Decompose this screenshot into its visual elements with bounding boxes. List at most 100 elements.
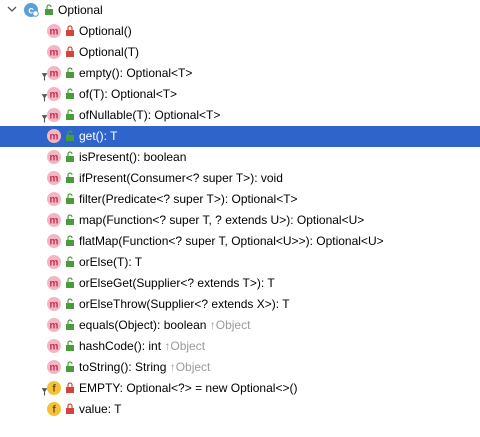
tree-member-item[interactable]: m of(T): Optional<T> [0, 84, 480, 105]
svg-text:m: m [50, 195, 59, 206]
tree-member-label: flatMap(Function<? super T, Optional<U>>… [79, 234, 384, 248]
method-icon: m [47, 108, 61, 122]
method-icon: m [47, 66, 61, 80]
method-icon: m [47, 276, 61, 290]
public-lock-icon [66, 361, 74, 372]
private-lock-icon [66, 25, 74, 36]
tree-member-item[interactable]: m ifPresent(Consumer<? super T>): void [0, 168, 480, 189]
svg-text:m: m [50, 132, 59, 143]
tree-member-label: orElseThrow(Supplier<? extends X>): T [79, 297, 290, 311]
tree-member-item[interactable]: m isPresent(): boolean [0, 147, 480, 168]
svg-text:m: m [50, 174, 59, 185]
tree-member-label: orElseGet(Supplier<? extends T>): T [79, 276, 275, 290]
svg-text:m: m [50, 363, 59, 374]
tree-root-optional[interactable]: c Optional [0, 0, 480, 21]
svg-text:m: m [50, 111, 59, 122]
public-lock-icon [45, 4, 53, 15]
method-icon: m [47, 318, 61, 332]
public-lock-icon [66, 130, 74, 141]
method-icon: m [47, 45, 61, 59]
method-icon: m [47, 129, 61, 143]
public-lock-icon [66, 298, 74, 309]
inherited-from-label: ↑Object [166, 360, 211, 374]
method-icon: m [47, 255, 61, 269]
tree-member-item[interactable]: f EMPTY: Optional<?> = new Optional<>() [0, 378, 480, 399]
tree-member-item[interactable]: m get(): T [0, 126, 480, 147]
tree-member-label: equals(Object): boolean ↑Object [79, 318, 251, 332]
tree-member-label: hashCode(): int ↑Object [79, 339, 206, 353]
public-lock-icon [66, 67, 74, 78]
method-icon: m [47, 150, 61, 164]
private-lock-icon [66, 403, 74, 414]
svg-text:m: m [50, 90, 59, 101]
method-icon: m [47, 171, 61, 185]
tree-member-item[interactable]: m orElse(T): T [0, 252, 480, 273]
tree-member-label: toString(): String ↑Object [79, 360, 211, 374]
svg-text:m: m [50, 27, 59, 38]
tree-member-item[interactable]: m toString(): String ↑Object [0, 357, 480, 378]
method-icon: m [47, 234, 61, 248]
tree-member-label: filter(Predicate<? super T>): Optional<T… [79, 192, 298, 206]
private-lock-icon [66, 382, 74, 393]
tree-root-label: Optional [58, 3, 103, 17]
tree-member-label: empty(): Optional<T> [79, 66, 193, 80]
svg-text:m: m [50, 300, 59, 311]
tree-member-item[interactable]: m filter(Predicate<? super T>): Optional<… [0, 189, 480, 210]
private-lock-icon [66, 46, 74, 57]
tree-member-item[interactable]: m hashCode(): int ↑Object [0, 336, 480, 357]
svg-text:m: m [50, 69, 59, 80]
public-lock-icon [66, 193, 74, 204]
tree-member-item[interactable]: m orElseGet(Supplier<? extends T>): T [0, 273, 480, 294]
tree-member-label: map(Function<? super T, ? extends U>): O… [79, 213, 365, 227]
tree-member-label: orElse(T): T [79, 255, 143, 269]
svg-text:m: m [50, 237, 59, 248]
public-lock-icon [66, 151, 74, 162]
structure-tree[interactable]: c Optional m Optional() m Optional(T) m empty… [0, 0, 480, 437]
tree-member-label: ofNullable(T): Optional<T> [79, 108, 221, 122]
svg-text:m: m [50, 342, 59, 353]
tree-member-label: ifPresent(Consumer<? super T>): void [79, 171, 283, 185]
inherited-from-label: ↑Object [206, 318, 251, 332]
public-lock-icon [66, 88, 74, 99]
tree-member-item[interactable]: f value: T [0, 399, 480, 420]
method-icon: m [47, 192, 61, 206]
svg-text:m: m [50, 216, 59, 227]
tree-member-item[interactable]: m empty(): Optional<T> [0, 63, 480, 84]
tree-member-label: Optional() [79, 24, 132, 38]
tree-member-item[interactable]: m Optional(T) [0, 42, 480, 63]
chevron-down-icon[interactable] [6, 0, 18, 21]
svg-text:m: m [50, 153, 59, 164]
svg-text:m: m [50, 48, 59, 59]
tree-member-item[interactable]: m Optional() [0, 21, 480, 42]
tree-member-label: Optional(T) [79, 45, 140, 59]
method-icon: m [47, 339, 61, 353]
tree-member-item[interactable]: m map(Function<? super T, ? extends U>): … [0, 210, 480, 231]
tree-member-item[interactable]: m equals(Object): boolean ↑Object [0, 315, 480, 336]
public-lock-icon [66, 277, 74, 288]
tree-member-label: get(): T [79, 129, 118, 143]
method-icon: m [47, 360, 61, 374]
public-lock-icon [66, 235, 74, 246]
tree-member-label: value: T [79, 402, 122, 416]
field-icon: f [47, 402, 61, 416]
tree-member-label: of(T): Optional<T> [79, 87, 178, 101]
method-icon: m [47, 24, 61, 38]
field-icon: f [47, 381, 61, 395]
svg-text:m: m [50, 258, 59, 269]
method-icon: m [47, 213, 61, 227]
svg-text:m: m [50, 279, 59, 290]
public-lock-icon [66, 214, 74, 225]
public-lock-icon [66, 109, 74, 120]
tree-member-label: EMPTY: Optional<?> = new Optional<>() [79, 381, 298, 395]
method-icon: m [47, 297, 61, 311]
class-icon: c [24, 3, 39, 17]
public-lock-icon [66, 319, 74, 330]
tree-member-label: isPresent(): boolean [79, 150, 187, 164]
tree-member-item[interactable]: m orElseThrow(Supplier<? extends X>): T [0, 294, 480, 315]
inherited-from-label: ↑Object [161, 339, 206, 353]
public-lock-icon [66, 172, 74, 183]
tree-member-item[interactable]: m ofNullable(T): Optional<T> [0, 105, 480, 126]
public-lock-icon [66, 256, 74, 267]
tree-member-item[interactable]: m flatMap(Function<? super T, Optional<U>… [0, 231, 480, 252]
method-icon: m [47, 87, 61, 101]
